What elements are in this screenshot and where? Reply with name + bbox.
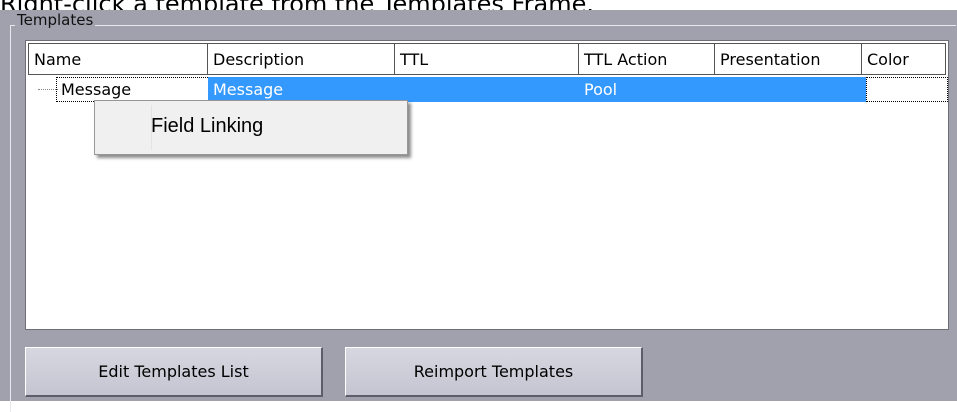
edit-templates-list-button[interactable]: Edit Templates List <box>25 347 323 397</box>
groupbox-title: Templates <box>15 11 96 29</box>
list-header: Name Description TTL TTL Action Presenta… <box>28 43 946 77</box>
cell-description: Message <box>208 77 395 102</box>
tree-connector <box>38 89 58 90</box>
cell-color <box>866 77 948 102</box>
column-header-description[interactable]: Description <box>208 43 395 75</box>
cell-presentation <box>715 77 866 102</box>
column-header-ttl[interactable]: TTL <box>395 43 579 75</box>
column-header-color[interactable]: Color <box>862 43 946 75</box>
column-header-presentation[interactable]: Presentation <box>715 43 862 75</box>
column-header-name[interactable]: Name <box>28 43 208 75</box>
cell-ttl-action: Pool <box>579 77 715 102</box>
table-row[interactable]: Message Message Pool <box>28 77 948 102</box>
column-header-ttl-action[interactable]: TTL Action <box>579 43 715 75</box>
reimport-templates-button[interactable]: Reimport Templates <box>345 347 643 397</box>
templates-list[interactable]: Name Description TTL TTL Action Presenta… <box>25 40 949 330</box>
context-menu: Field Linking <box>94 100 408 155</box>
cell-ttl <box>395 77 579 102</box>
menu-item-field-linking[interactable]: Field Linking <box>97 103 405 149</box>
